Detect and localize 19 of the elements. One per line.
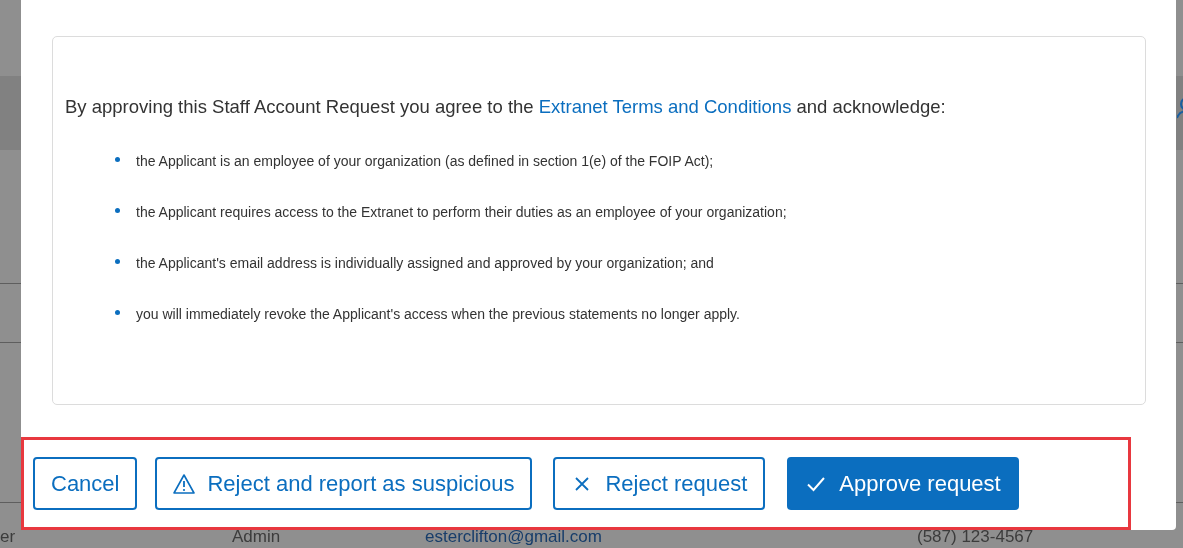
table-cell-text: (587) 123-4567 [917,526,1034,548]
table-cell-text: er [0,526,16,548]
terms-link[interactable]: Extranet Terms and Conditions [538,96,792,117]
dialog-button[interactable]: Reject and report as suspicious [155,457,533,510]
dialog-button[interactable]: Reject request [553,457,766,510]
bullet-dot [115,309,120,315]
bullet-dot [115,156,120,162]
bullet-text: the Applicant's email address is individually assigned and approved by your organization; and [136,253,714,273]
table-cell-text: Admin [232,526,281,548]
approve-button[interactable]: Approve request [787,457,1019,510]
bullet-dot [115,258,120,264]
bullet-text: you will immediately revoke the Applicant's access when the previous statements no longer apply. [136,304,740,324]
dialog-button[interactable]: Cancel [33,457,138,510]
warning-icon [173,472,196,495]
intro-text: By approving this Staff Account Request you agree to the Extranet Terms and Conditions and acknowledge: [65,95,947,119]
user-icon[interactable] [1177,96,1183,120]
bullet-text: the Applicant is an employee of your organization (as defined in section 1(e) of the FOIP Act); [136,151,714,171]
bullet-text: the Applicant requires access to the Extranet to perform their duties as an employee of your organization; [136,202,787,222]
bullet-dot [115,207,120,213]
